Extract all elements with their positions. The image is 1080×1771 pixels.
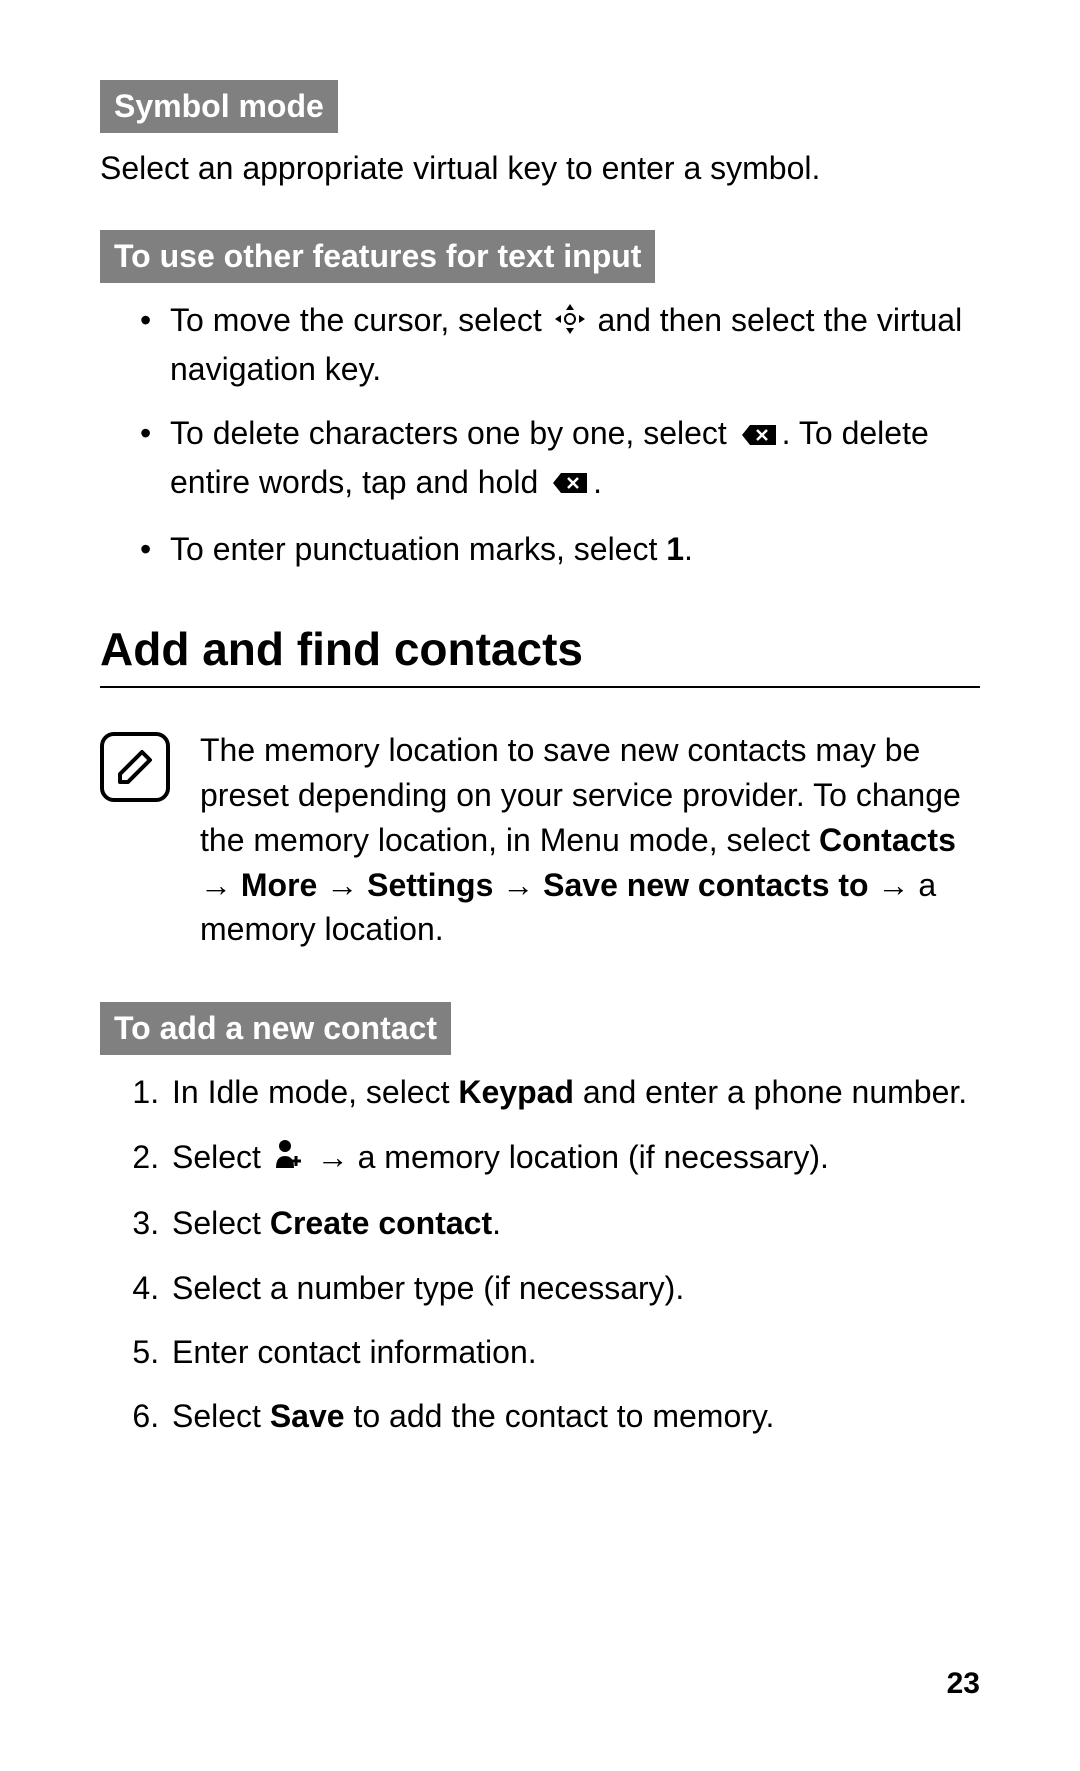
path-settings: Settings [367, 867, 493, 903]
text: To delete characters one by one, select [170, 415, 736, 451]
backspace-icon [740, 413, 778, 459]
step-4: Select a number type (if necessary). [168, 1265, 980, 1311]
text: → a memory location (if necessary). [308, 1139, 829, 1175]
text: Select [172, 1139, 270, 1175]
steps-add-contact: In Idle mode, select Keypad and enter a … [100, 1069, 980, 1440]
text: To enter punctuation marks, select [170, 531, 666, 567]
bullet-list-text-input: To move the cursor, select and then sele… [100, 297, 980, 572]
save-bold: Save [270, 1398, 345, 1434]
arrow: → [493, 867, 543, 903]
arrow: → [317, 867, 367, 903]
heading-add-find-contacts: Add and find contacts [100, 622, 980, 676]
step-1: In Idle mode, select Keypad and enter a … [168, 1069, 980, 1115]
path-save-new: Save new contacts to [543, 867, 868, 903]
heading-rule [100, 686, 980, 688]
text: Select [172, 1205, 270, 1241]
text: to add the contact to memory. [345, 1398, 775, 1434]
step-5: Enter contact information. [168, 1329, 980, 1375]
note-icon [100, 732, 170, 802]
page-number: 23 [947, 1667, 980, 1701]
bullet-delete-chars: To delete characters one by one, select … [140, 410, 980, 507]
key-1: 1 [666, 531, 684, 567]
heading-other-features: To use other features for text input [100, 230, 655, 283]
text: . [684, 531, 693, 567]
text: . [593, 464, 602, 500]
note-text: The memory location to save new contacts… [200, 728, 980, 952]
path-contacts: Contacts [819, 822, 956, 858]
step-6: Select Save to add the contact to memory… [168, 1393, 980, 1439]
manual-page: Symbol mode Select an appropriate virtua… [0, 0, 1080, 1771]
step-2: Select → a memory location (if necessary… [168, 1134, 980, 1183]
bullet-punctuation: To enter punctuation marks, select 1. [140, 526, 980, 572]
text-symbol-mode: Select an appropriate virtual key to ent… [100, 147, 980, 190]
heading-add-new-contact: To add a new contact [100, 1002, 451, 1055]
arrow: → [200, 867, 241, 903]
keypad-bold: Keypad [458, 1074, 574, 1110]
heading-symbol-mode: Symbol mode [100, 80, 338, 133]
navigation-key-icon [555, 300, 585, 346]
step-3: Select Create contact. [168, 1200, 980, 1246]
text: . [492, 1205, 501, 1241]
path-more: More [241, 867, 317, 903]
text: and enter a phone number. [574, 1074, 967, 1110]
text: To move the cursor, select [170, 302, 551, 338]
text: Select [172, 1398, 270, 1434]
add-contact-icon [274, 1136, 304, 1182]
note-box: The memory location to save new contacts… [100, 728, 980, 952]
create-contact-bold: Create contact [270, 1205, 492, 1241]
bullet-move-cursor: To move the cursor, select and then sele… [140, 297, 980, 392]
text: In Idle mode, select [172, 1074, 458, 1110]
backspace-icon [551, 461, 589, 507]
